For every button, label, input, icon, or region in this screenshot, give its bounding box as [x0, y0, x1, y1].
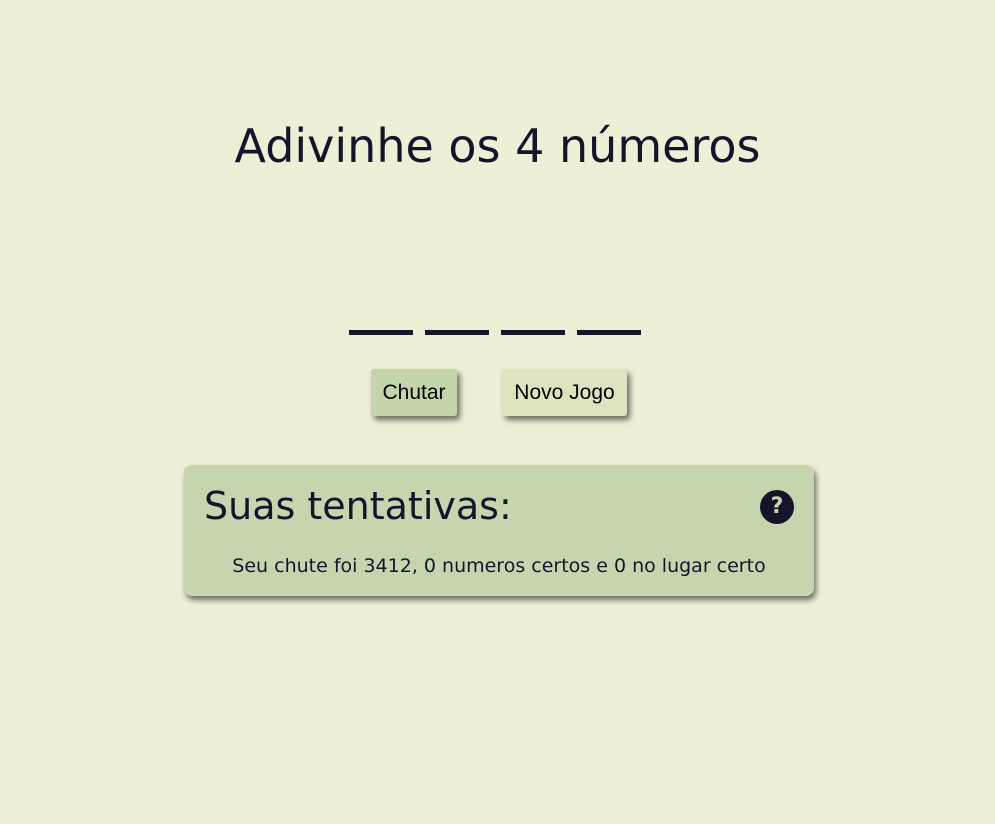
page-title: Adivinhe os 4 números — [234, 119, 761, 173]
new-game-button[interactable]: Novo Jogo — [502, 369, 627, 416]
digit-input-1[interactable] — [349, 304, 413, 335]
digit-input-4[interactable] — [577, 304, 641, 335]
digit-inputs — [349, 304, 641, 335]
attempts-heading: Suas tentativas: — [204, 484, 512, 528]
question-circle-icon[interactable]: ? — [760, 490, 794, 524]
digit-input-3[interactable] — [501, 304, 565, 335]
game-page: Adivinhe os 4 números Chutar Novo Jogo S… — [0, 0, 995, 824]
guess-button[interactable]: Chutar — [371, 369, 457, 416]
attempts-panel: Suas tentativas: ? Seu chute foi 3412, 0… — [184, 465, 814, 596]
digit-input-2[interactable] — [425, 304, 489, 335]
attempt-item: Seu chute foi 3412, 0 numeros certos e 0… — [232, 555, 766, 577]
